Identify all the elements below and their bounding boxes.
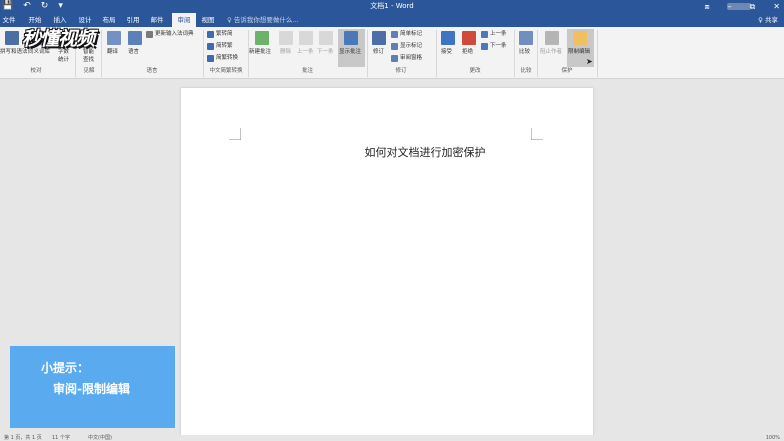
show-markup-button[interactable]: 显示标记 bbox=[400, 43, 422, 50]
window-title: 文档1 - Word bbox=[370, 2, 414, 10]
convert-button[interactable]: 简繁转换 bbox=[216, 55, 238, 62]
ribbon-review: 拼写和语法 同义词库 字数 统计 校对 智能 查找 见解 翻译 语言 更新输入法… bbox=[0, 27, 784, 79]
share-button[interactable]: ♀ 共享 bbox=[758, 13, 778, 27]
smart-lookup-label2: 查找 bbox=[83, 57, 95, 63]
crop-mark-top-right bbox=[531, 128, 543, 140]
show-markup-icon bbox=[391, 43, 398, 50]
translate-button[interactable]: 翻译 bbox=[107, 49, 118, 56]
track-changes-button[interactable]: 修订 bbox=[373, 49, 384, 56]
status-words[interactable]: 11 个字 bbox=[52, 435, 70, 441]
delete-comment-icon bbox=[279, 31, 293, 45]
word-count-label2: 统计 bbox=[58, 57, 70, 63]
separator bbox=[597, 30, 598, 77]
reject-icon bbox=[462, 31, 476, 45]
new-comment-button[interactable]: 新建批注 bbox=[249, 49, 271, 56]
crop-mark-top-left bbox=[229, 128, 241, 140]
prev-change-icon bbox=[481, 31, 488, 38]
next-change-icon bbox=[481, 43, 488, 50]
status-page[interactable]: 第 1 页，共 1 页 bbox=[4, 435, 42, 441]
simple-markup-select[interactable]: 简单标记 bbox=[400, 31, 422, 38]
new-comment-icon bbox=[255, 31, 269, 45]
tab-mailings[interactable]: 邮件 bbox=[148, 13, 166, 27]
s2t-button[interactable]: 简转繁 bbox=[216, 43, 233, 50]
s2t-icon bbox=[207, 43, 214, 50]
block-authors-icon bbox=[545, 31, 559, 45]
tab-view[interactable]: 视图 bbox=[199, 13, 217, 27]
update-ime-button[interactable]: 更新输入法词典 bbox=[155, 31, 194, 38]
show-comments-button[interactable]: 显示批注 bbox=[339, 49, 361, 56]
next-change-button[interactable]: 下一条 bbox=[490, 43, 507, 50]
prev-change-button[interactable]: 上一条 bbox=[490, 31, 507, 38]
tab-file[interactable]: 文件 bbox=[0, 13, 18, 27]
block-authors-button[interactable]: 阻止作者 bbox=[540, 49, 562, 56]
group-proofing-label: 校对 bbox=[30, 68, 42, 74]
restore-icon[interactable]: ⧉ bbox=[750, 0, 756, 13]
convert-icon bbox=[207, 55, 214, 62]
group-tracking-label: 修订 bbox=[395, 68, 407, 74]
accept-icon bbox=[441, 31, 455, 45]
tell-me-search[interactable]: ♀ 告诉我你想要做什么... bbox=[227, 13, 299, 27]
group-changes-label: 更改 bbox=[469, 68, 481, 74]
show-comments-icon bbox=[344, 31, 358, 45]
close-icon[interactable]: ✕ bbox=[773, 0, 780, 13]
language-button[interactable]: 语言 bbox=[128, 49, 139, 56]
watermark-logo: 秒懂视频 bbox=[22, 28, 95, 50]
tip-text: 审阅-限制编辑 bbox=[53, 382, 130, 396]
window-controls: ⧈ – ⧉ ✕ bbox=[704, 0, 780, 13]
group-comments-label: 批注 bbox=[301, 68, 313, 74]
status-language[interactable]: 中文(中国) bbox=[88, 435, 112, 441]
next-comment-button[interactable]: 下一条 bbox=[317, 49, 334, 56]
prev-comment-icon bbox=[299, 31, 313, 45]
reviewing-pane-icon bbox=[391, 55, 398, 62]
document-text[interactable]: 如何对文档进行加密保护 bbox=[181, 144, 593, 160]
tab-layout[interactable]: 布局 bbox=[100, 13, 118, 27]
compare-button[interactable]: 比较 bbox=[519, 49, 530, 56]
update-ime-icon bbox=[146, 31, 153, 38]
compare-icon bbox=[519, 31, 533, 45]
minimize-icon[interactable]: – bbox=[728, 0, 732, 13]
title-bar: 💾 ↶ ↻ ▾ 文档1 - Word ⧈ – ⧉ ✕ bbox=[0, 0, 784, 13]
markup-icon bbox=[391, 31, 398, 38]
restrict-editing-button[interactable]: 限制编辑 bbox=[568, 49, 590, 56]
group-compare-label: 比较 bbox=[520, 68, 532, 74]
status-zoom[interactable]: 100% bbox=[766, 435, 780, 441]
t2s-icon bbox=[207, 31, 214, 38]
language-icon bbox=[128, 31, 142, 45]
prev-comment-button[interactable]: 上一条 bbox=[297, 49, 314, 56]
spelling-icon bbox=[5, 31, 19, 45]
group-language-label: 语言 bbox=[146, 68, 158, 74]
translate-icon bbox=[107, 31, 121, 45]
tab-review[interactable]: 审阅 bbox=[172, 13, 196, 27]
reject-button[interactable]: 拒绝 bbox=[462, 49, 473, 56]
ribbon-tabs: 文件 开始 插入 设计 布局 引用 邮件 审阅 视图 ♀ 告诉我你想要做什么..… bbox=[0, 13, 784, 27]
reviewing-pane-button[interactable]: 审阅窗格 bbox=[400, 55, 422, 62]
next-comment-icon bbox=[319, 31, 333, 45]
ribbon-display-icon[interactable]: ⧈ bbox=[704, 0, 709, 13]
tip-title: 小提示： bbox=[41, 361, 90, 375]
t2s-button[interactable]: 繁转简 bbox=[216, 31, 233, 38]
group-chinese-label: 中文简繁转换 bbox=[209, 68, 243, 74]
restrict-editing-icon bbox=[573, 31, 587, 45]
document-page[interactable]: 如何对文档进行加密保护 bbox=[181, 88, 593, 441]
accept-button[interactable]: 接受 bbox=[441, 49, 452, 56]
tab-references[interactable]: 引用 bbox=[124, 13, 142, 27]
tip-box: 小提示： 审阅-限制编辑 bbox=[10, 346, 175, 428]
status-bar: 第 1 页，共 1 页 11 个字 中文(中国) 100% bbox=[0, 435, 784, 441]
group-insights-label: 见解 bbox=[83, 68, 95, 74]
delete-comment-button[interactable]: 删除 bbox=[280, 49, 291, 56]
mouse-pointer-icon: ➤ bbox=[586, 57, 593, 66]
group-protect-label: 保护 bbox=[561, 68, 573, 74]
track-changes-icon bbox=[372, 31, 386, 45]
